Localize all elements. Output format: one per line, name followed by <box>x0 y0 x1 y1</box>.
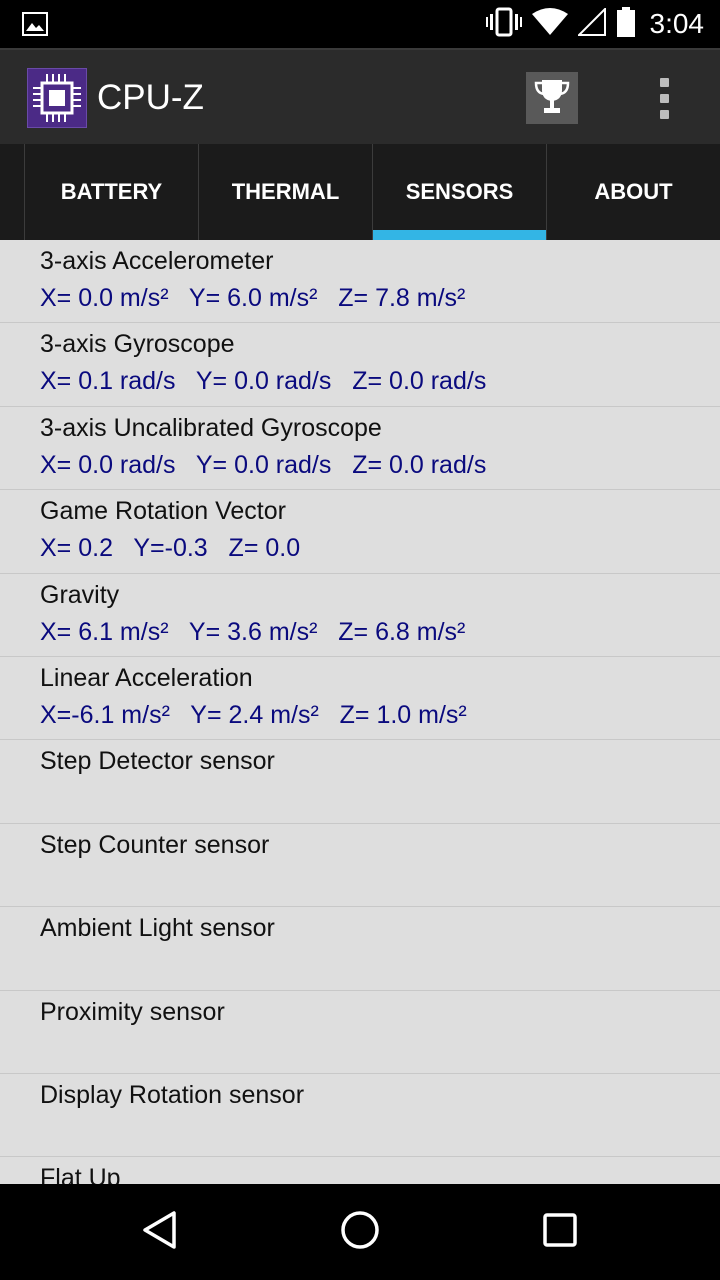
sensor-name: Linear Acceleration <box>40 663 253 692</box>
tab-thermal[interactable]: THERMAL <box>198 144 372 240</box>
list-item: Step Detector sensor <box>0 740 720 824</box>
list-item: Ambient Light sensor <box>0 907 720 991</box>
sensor-name: 3-axis Uncalibrated Gyroscope <box>40 413 382 442</box>
sensor-value: X= 0.0 rad/s Y= 0.0 rad/s Z= 0.0 rad/s <box>40 450 487 479</box>
sensor-value: X= 6.1 m/s² Y= 3.6 m/s² Z= 6.8 m/s² <box>40 617 466 646</box>
tab-bar: BATTERY THERMAL SENSORS ABOUT <box>0 144 720 240</box>
sensor-value: X= 0.1 rad/s Y= 0.0 rad/s Z= 0.0 rad/s <box>40 367 487 396</box>
list-item: Step Counter sensor <box>0 824 720 908</box>
sensor-name: 3-axis Gyroscope <box>40 330 235 359</box>
list-item: Gravity X= 6.1 m/s² Y= 3.6 m/s² Z= 6.8 m… <box>0 574 720 657</box>
sensor-name: Step Counter sensor <box>40 830 270 859</box>
sensor-name: Flat Up <box>40 1164 121 1184</box>
home-button[interactable] <box>336 1208 384 1256</box>
navigation-bar <box>0 1184 720 1280</box>
overflow-menu-button[interactable] <box>640 74 688 122</box>
list-item: 3-axis Accelerometer X= 0.0 m/s² Y= 6.0 … <box>0 240 720 324</box>
sensor-name: Step Detector sensor <box>40 747 275 776</box>
back-icon <box>140 1210 180 1255</box>
status-time: 3:04 <box>649 8 705 39</box>
list-item: Proximity sensor <box>0 991 720 1074</box>
recents-button[interactable] <box>536 1208 584 1256</box>
battery-icon <box>616 6 636 42</box>
trophy-button[interactable] <box>526 72 578 124</box>
cpu-chip-logo-icon <box>27 68 87 128</box>
wifi-icon <box>532 7 568 41</box>
tab-label: ABOUT <box>594 179 673 204</box>
recents-icon <box>540 1210 580 1255</box>
list-item: Flat Up <box>0 1157 720 1184</box>
overflow-dot <box>659 93 669 103</box>
tab-label: SENSORS <box>405 179 514 204</box>
tab-battery[interactable]: BATTERY <box>24 144 198 240</box>
back-button[interactable] <box>136 1208 184 1256</box>
sensor-name: Display Rotation sensor <box>40 1080 305 1109</box>
sensor-name: Game Rotation Vector <box>40 497 286 526</box>
sensor-name: 3-axis Accelerometer <box>40 247 274 275</box>
list-item: Display Rotation sensor <box>0 1074 720 1158</box>
signal-icon <box>576 6 606 41</box>
sensor-name: Ambient Light sensor <box>40 914 275 943</box>
sensor-name: Gravity <box>40 580 120 609</box>
list-item: 3-axis Gyroscope X= 0.1 rad/s Y= 0.0 rad… <box>0 323 720 407</box>
app-bar: CPU-Z <box>0 48 720 144</box>
sensor-value: X= 0.0 m/s² Y= 6.0 m/s² Z= 7.8 m/s² <box>40 284 466 312</box>
overflow-dot <box>659 109 669 119</box>
list-item: 3-axis Uncalibrated Gyroscope X= 0.0 rad… <box>0 407 720 491</box>
tab-sensors[interactable]: SENSORS <box>372 144 546 240</box>
vibrate-icon <box>486 7 522 42</box>
list-item: Game Rotation Vector X= 0.2 Y=-0.3 Z= 0.… <box>0 490 720 574</box>
trophy-icon <box>532 76 572 121</box>
image-notification-icon <box>22 12 48 36</box>
tab-label: BATTERY <box>60 179 163 204</box>
status-bar: 3:04 <box>0 0 720 48</box>
list-item: Linear Acceleration X=-6.1 m/s² Y= 2.4 m… <box>0 657 720 741</box>
sensor-value: X=-6.1 m/s² Y= 2.4 m/s² Z= 1.0 m/s² <box>40 700 467 729</box>
sensor-list[interactable]: 3-axis Accelerometer X= 0.0 m/s² Y= 6.0 … <box>0 240 720 1184</box>
tab-label: THERMAL <box>231 179 340 204</box>
app-title: CPU-Z <box>97 78 204 117</box>
sensor-value: X= 0.2 Y=-0.3 Z= 0.0 <box>40 534 301 563</box>
tab-about[interactable]: ABOUT <box>546 144 720 240</box>
home-icon <box>340 1210 380 1255</box>
sensor-name: Proximity sensor <box>40 997 225 1026</box>
overflow-dot <box>659 77 669 87</box>
